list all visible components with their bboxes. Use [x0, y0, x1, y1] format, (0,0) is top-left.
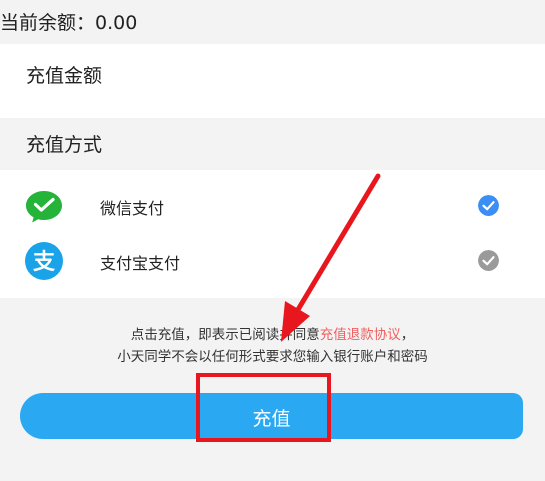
payment-method-alipay[interactable]: 支 支付宝支付: [0, 233, 545, 289]
check-selected-icon[interactable]: [478, 195, 499, 216]
check-unselected-icon[interactable]: [478, 250, 499, 271]
amount-panel[interactable]: 充值金额: [0, 44, 545, 118]
amount-label: 充值金额: [26, 65, 103, 87]
recharge-button-label: 充值: [252, 408, 291, 430]
payment-method-list: 微信支付 支 支付宝支付: [0, 170, 545, 298]
agreement-prefix: 点击充值，即表示已阅读并同意: [130, 327, 320, 343]
payment-method-label: 微信支付: [100, 199, 165, 218]
recharge-button[interactable]: 充值: [20, 393, 523, 439]
agreement-line-1: 点击充值，即表示已阅读并同意充值退款协议，: [0, 324, 545, 346]
payment-method-label: 支付宝支付: [100, 254, 181, 273]
method-label: 充值方式: [26, 134, 103, 156]
wechat-pay-icon: [26, 191, 62, 223]
balance-text: 当前余额：0.00: [0, 12, 138, 34]
agreement-line-2: 小天同学不会以任何形式要求您输入银行账户和密码: [117, 349, 428, 365]
refund-agreement-link[interactable]: 充值退款协议: [320, 327, 401, 343]
alipay-icon: 支: [25, 242, 63, 280]
agreement-notice: 点击充值，即表示已阅读并同意充值退款协议， 小天同学不会以任何形式要求您输入银行…: [0, 324, 545, 368]
payment-method-wechat[interactable]: 微信支付: [0, 178, 545, 234]
agreement-suffix: ，: [400, 327, 415, 343]
svg-text:支: 支: [33, 250, 56, 275]
method-header: 充值方式: [0, 118, 545, 170]
balance-bar: 当前余额：0.00: [0, 0, 545, 44]
